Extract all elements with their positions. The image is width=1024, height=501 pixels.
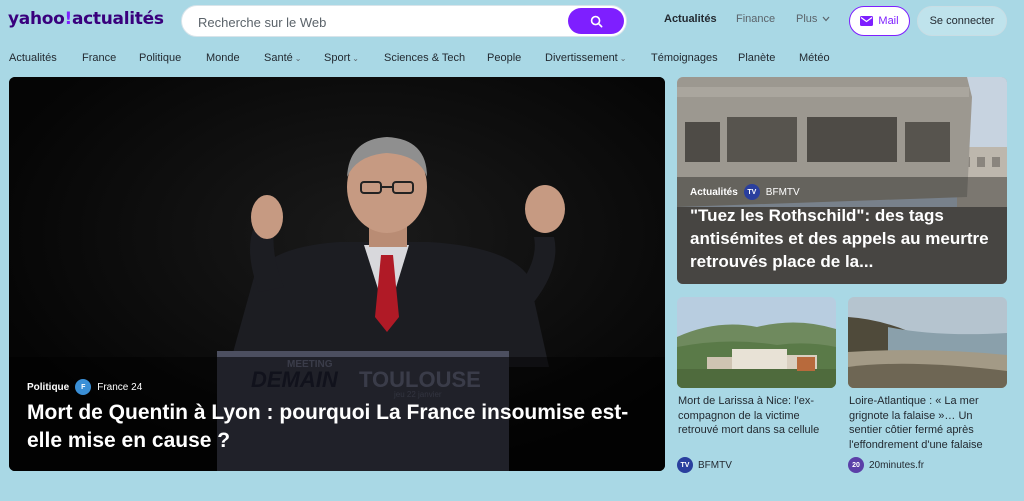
login-button[interactable]: Se connecter: [917, 6, 1007, 36]
cat-politique[interactable]: Politique: [139, 52, 181, 64]
cat-sport-label: Sport: [324, 52, 351, 64]
cat-temoignages[interactable]: Témoignages: [651, 52, 718, 64]
news-card-falaise-headline[interactable]: Loire-Atlantique : « La mer grignote la …: [849, 394, 1007, 452]
bfmtv-logo-icon: TV: [743, 184, 760, 200]
mail-icon: [860, 16, 874, 26]
20minutes-logo-icon: 20: [848, 457, 864, 473]
site-header: yahoo!actualités Actualités Finance Plus…: [0, 0, 1024, 42]
hero-meta: Politique F France 24: [27, 379, 142, 395]
login-label: Se connecter: [929, 15, 995, 27]
news-card-falaise-source: 20 20minutes.fr: [848, 457, 924, 473]
hero-article[interactable]: MEETING DEMAIN TOULOUSE jeu 22 janvier P…: [9, 77, 665, 471]
topnav-plus[interactable]: Plus: [796, 13, 830, 25]
topnav-finance[interactable]: Finance: [736, 13, 775, 25]
chevron-down-icon: ⌄: [352, 54, 359, 63]
cat-planete[interactable]: Planète: [738, 52, 775, 64]
cat-france[interactable]: France: [82, 52, 116, 64]
cat-divertissement-label: Divertissement: [545, 52, 618, 64]
topnav-plus-label: Plus: [796, 13, 818, 25]
top-story-card[interactable]: Actualités TV BFMTV "Tuez les Rothschild…: [677, 77, 1007, 284]
news-card-nice-image: [677, 297, 836, 388]
top-story-source: BFMTV: [765, 186, 800, 198]
cat-divertissement[interactable]: Divertissement ⌄: [545, 52, 626, 64]
cat-people[interactable]: People: [487, 52, 521, 64]
news-card-nice-headline[interactable]: Mort de Larissa à Nice: l'ex-compagnon d…: [678, 394, 836, 438]
chevron-down-icon: [823, 16, 830, 22]
news-card-falaise[interactable]: Loire-Atlantique : « La mer grignote la …: [848, 297, 1007, 475]
search-icon: [590, 15, 602, 27]
news-card-nice-source: TV BFMTV: [677, 457, 732, 473]
cat-sante-label: Santé: [264, 52, 293, 64]
mail-label: Mail: [878, 15, 899, 27]
cat-monde[interactable]: Monde: [206, 52, 240, 64]
news-card-nice[interactable]: Mort de Larissa à Nice: l'ex-compagnon d…: [677, 297, 836, 475]
cat-sante[interactable]: Santé ⌄: [264, 52, 301, 64]
chevron-down-icon: ⌄: [619, 54, 627, 63]
search-button[interactable]: [568, 8, 624, 34]
hero-category[interactable]: Politique: [27, 382, 69, 393]
cat-meteo[interactable]: Météo: [799, 52, 830, 64]
topnav-actualites[interactable]: Actualités: [664, 13, 717, 25]
france24-logo-icon: F: [75, 379, 92, 395]
top-story-headline[interactable]: "Tuez les Rothschild": des tags antisémi…: [690, 204, 995, 273]
news-card-nice-source-label: BFMTV: [698, 459, 732, 471]
cat-actualites[interactable]: Actualités: [9, 52, 57, 64]
search-bar: [181, 5, 627, 37]
chevron-down-icon: ⌄: [294, 54, 302, 63]
search-input[interactable]: [198, 13, 568, 31]
news-card-falaise-source-label: 20minutes.fr: [869, 459, 925, 471]
bfmtv-logo-icon: TV: [677, 457, 693, 473]
top-story-category[interactable]: Actualités: [690, 187, 738, 198]
news-card-falaise-image: [848, 297, 1007, 388]
hero-headline[interactable]: Mort de Quentin à Lyon : pourquoi La Fra…: [27, 399, 647, 455]
cat-sciences-tech[interactable]: Sciences & Tech: [384, 52, 465, 64]
yahoo-actualites-logo[interactable]: yahoo!actualités: [8, 9, 164, 29]
category-nav: Actualités France Politique Monde Santé ⌄…: [0, 52, 1024, 68]
hero-source: France 24: [97, 381, 143, 393]
mail-button[interactable]: Mail: [849, 6, 910, 36]
top-story-meta: Actualités TV BFMTV: [690, 184, 800, 200]
cat-sport[interactable]: Sport ⌄: [324, 52, 359, 64]
